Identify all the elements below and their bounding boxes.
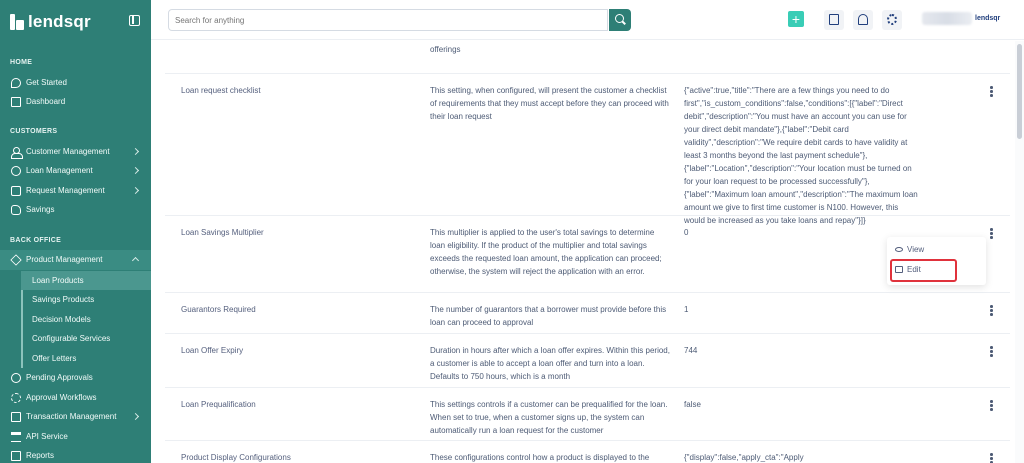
users-icon bbox=[11, 147, 23, 159]
section-customers: CUSTOMERS bbox=[10, 128, 58, 135]
table-row: Loan Savings Multiplier This multiplier … bbox=[165, 216, 1010, 293]
coins-icon bbox=[11, 166, 21, 176]
row-value: false bbox=[684, 400, 701, 409]
scrollbar-thumb[interactable] bbox=[1017, 44, 1022, 139]
chevron-right-icon bbox=[131, 147, 140, 156]
sidebar-item-customer-management[interactable]: Customer Management bbox=[0, 142, 151, 162]
docs-button[interactable] bbox=[824, 10, 844, 30]
bell-icon bbox=[858, 14, 868, 25]
row-actions-icon[interactable] bbox=[990, 305, 993, 317]
sidebar-subitem-savings-products[interactable]: Savings Products bbox=[21, 290, 151, 309]
row-actions-icon[interactable] bbox=[990, 400, 993, 412]
sidebar-subitem-loan-products[interactable]: Loan Products bbox=[21, 271, 151, 290]
row-value: 744 bbox=[684, 346, 698, 355]
search-input[interactable] bbox=[168, 9, 608, 31]
box-icon bbox=[10, 254, 22, 266]
eye-icon bbox=[895, 247, 903, 252]
search-button[interactable] bbox=[609, 9, 631, 31]
row-description: This multiplier is applied to the user's… bbox=[430, 228, 662, 276]
sidebar-item-api-service[interactable]: API Service bbox=[0, 427, 151, 447]
clock-icon bbox=[11, 373, 21, 383]
sidebar-item-savings[interactable]: Savings bbox=[0, 200, 151, 220]
notifications-button[interactable] bbox=[853, 10, 873, 30]
row-name: Loan request checklist bbox=[181, 86, 261, 95]
bank-icon bbox=[11, 432, 21, 442]
row-description: offerings which are a lender to create d… bbox=[430, 45, 461, 54]
chevron-right-icon bbox=[131, 166, 140, 175]
sidebar-item-dashboard[interactable]: Dashboard bbox=[0, 92, 151, 112]
book-icon bbox=[829, 14, 839, 25]
row-description: The number of guarantors that a borrower… bbox=[430, 305, 667, 327]
row-actions-icon[interactable] bbox=[990, 453, 993, 463]
sidebar-item-get-started[interactable]: Get Started bbox=[0, 73, 151, 93]
sidebar-item-product-management[interactable]: Product Management bbox=[0, 250, 151, 270]
brand-name: lendsqr bbox=[28, 12, 91, 31]
row-description: These configurations control how a produ… bbox=[430, 453, 650, 462]
row-description: Duration in hours after which a loan off… bbox=[430, 346, 670, 381]
chevron-up-icon bbox=[131, 256, 140, 265]
sidebar-subitem-decision-models[interactable]: Decision Models bbox=[21, 310, 151, 329]
row-name: Guarantors Required bbox=[181, 305, 256, 314]
workflow-icon bbox=[11, 393, 21, 403]
table-row: Loan Offer Expiry Duration in hours afte… bbox=[165, 334, 1010, 388]
dashboard-icon bbox=[11, 97, 21, 107]
row-actions-icon[interactable] bbox=[990, 346, 993, 358]
sidebar-item-approval-workflows[interactable]: Approval Workflows bbox=[0, 388, 151, 408]
sidebar-item-loan-management[interactable]: Loan Management bbox=[0, 161, 151, 181]
topbar: + lendsqr bbox=[151, 0, 1024, 40]
add-button[interactable]: + bbox=[788, 11, 804, 27]
table-row: Guarantors Required The number of guaran… bbox=[165, 293, 1010, 334]
section-back-office: BACK OFFICE bbox=[10, 237, 62, 244]
sidebar-item-pending-approvals[interactable]: Pending Approvals bbox=[0, 368, 151, 388]
sidebar: lendsqr HOME Get Started Dashboard CUSTO… bbox=[0, 0, 151, 463]
row-description: This setting, when configured, will pres… bbox=[430, 86, 669, 121]
request-icon bbox=[11, 186, 21, 196]
table-row: Loan Prequalification This settings cont… bbox=[165, 388, 1010, 441]
sidebar-collapse-icon[interactable] bbox=[129, 15, 140, 26]
table-row: Loan request checklist This setting, whe… bbox=[165, 74, 1010, 225]
row-name: Product Display Configurations bbox=[181, 453, 291, 462]
row-name: Loan Offer Expiry bbox=[181, 346, 244, 355]
row-value: {"display":false,"apply_cta":"Apply bbox=[684, 453, 804, 462]
sidebar-item-transaction-management[interactable]: Transaction Management bbox=[0, 407, 151, 427]
chevron-right-icon bbox=[131, 412, 140, 421]
menu-item-view[interactable]: View bbox=[895, 244, 975, 258]
brand-logo[interactable]: lendsqr bbox=[10, 12, 91, 32]
row-value: {"active":true,"title":"There are a few … bbox=[684, 86, 918, 225]
row-name: Loan Prequalification bbox=[181, 400, 256, 409]
sidebar-item-request-management[interactable]: Request Management bbox=[0, 181, 151, 201]
rocket-icon bbox=[11, 78, 21, 88]
lendsqr-logo-icon bbox=[10, 14, 24, 30]
piggy-bank-icon bbox=[11, 205, 21, 215]
row-actions-icon[interactable] bbox=[990, 228, 993, 240]
user-name-blurred[interactable] bbox=[922, 12, 972, 25]
row-actions-icon[interactable] bbox=[990, 86, 993, 98]
chevron-right-icon bbox=[131, 186, 140, 195]
table-row: offerings which are a lender to create d… bbox=[165, 41, 1010, 74]
sidebar-subitem-configurable-services[interactable]: Configurable Services bbox=[21, 329, 151, 348]
edit-highlight-box bbox=[890, 259, 957, 282]
sidebar-subitem-offer-letters[interactable]: Offer Letters bbox=[21, 349, 151, 368]
row-value: 1 bbox=[684, 305, 689, 314]
section-home: HOME bbox=[10, 59, 33, 66]
sidebar-item-reports[interactable]: Reports bbox=[0, 446, 151, 463]
transaction-icon bbox=[11, 412, 21, 422]
report-icon bbox=[11, 451, 21, 461]
gear-icon bbox=[887, 14, 897, 25]
row-description: This settings controls if a customer can… bbox=[430, 400, 668, 435]
settings-button[interactable] bbox=[882, 10, 902, 30]
row-name: Loan Savings Multiplier bbox=[181, 228, 264, 237]
org-brand: lendsqr bbox=[975, 15, 1001, 22]
loan-product-settings-table: offerings which are a lender to create d… bbox=[165, 41, 1010, 463]
table-row: Product Display Configurations These con… bbox=[165, 441, 1010, 463]
